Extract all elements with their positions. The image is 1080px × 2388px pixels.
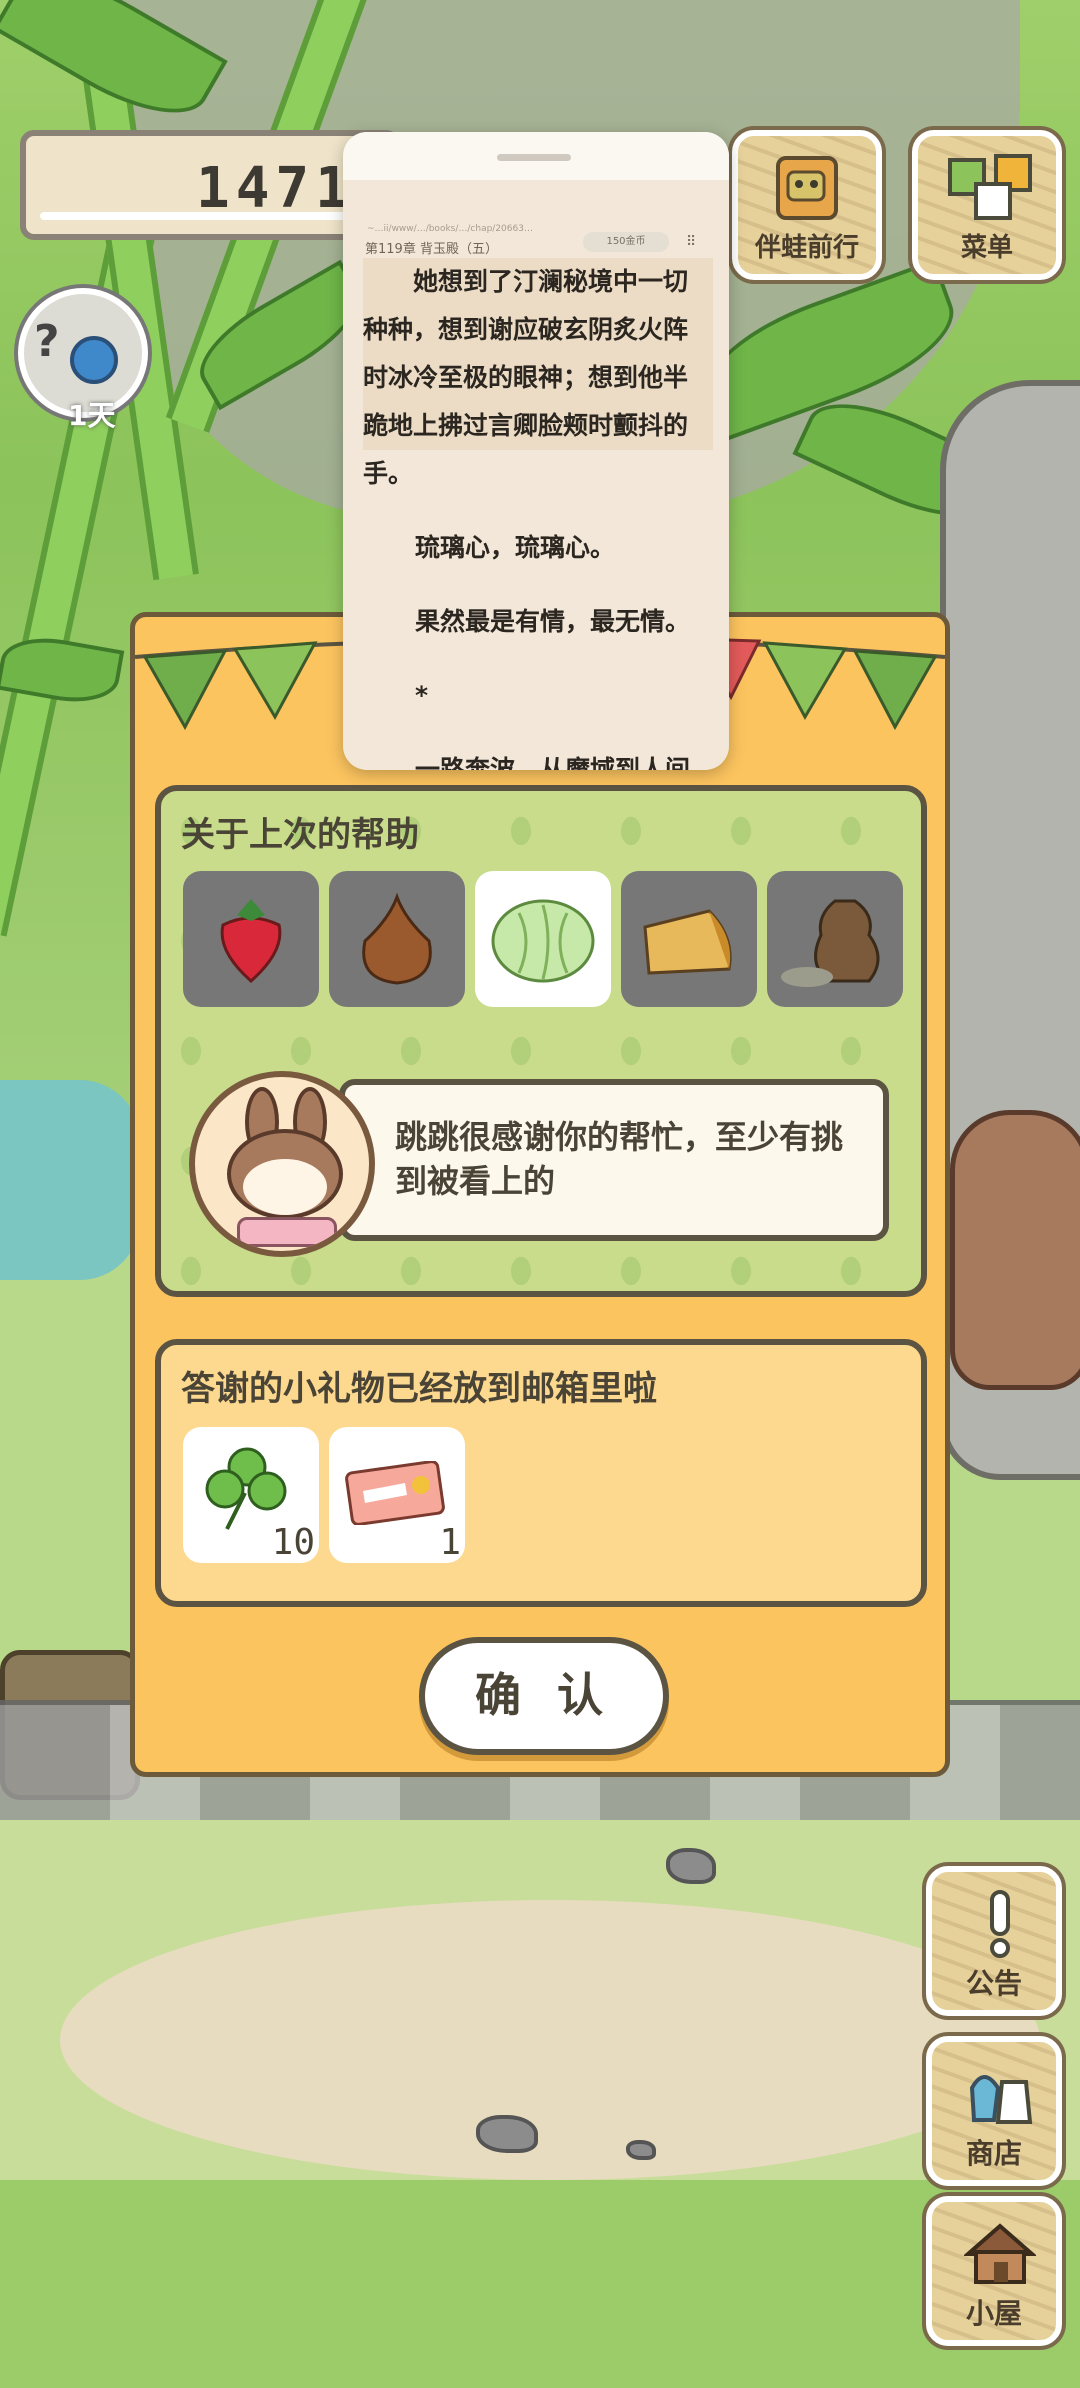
- menu-cards-icon: [948, 154, 1032, 220]
- paragraph-3: 果然最是有情，最无情。: [415, 607, 691, 636]
- bunny-character: [950, 1110, 1080, 1390]
- shop-button[interactable]: 商店: [926, 2036, 1062, 2186]
- bird-icon: [70, 336, 118, 384]
- paragraph-1-line-3: 时冰冷至极的眼神；想到他半: [363, 354, 713, 402]
- help-panel: 关于上次的帮助 跳跳很感谢你的帮忙，至少有挑 到被看上的: [155, 785, 927, 1297]
- gift-panel: 答谢的小礼物已经放到邮箱里啦 10 1: [155, 1339, 927, 1607]
- cabbage-icon: [491, 899, 595, 983]
- help-section-title: 关于上次的帮助: [181, 815, 419, 855]
- onion-icon: [362, 892, 432, 985]
- clover-count: 10: [271, 1522, 315, 1563]
- paragraph-1-line-5: 手。: [363, 459, 414, 488]
- cheese-icon: [643, 909, 732, 975]
- day-label: 1天: [68, 399, 116, 432]
- menu-label: 菜单: [960, 233, 1013, 263]
- notice-label: 公告: [965, 1967, 1022, 2000]
- visitor-day-badge[interactable]: ? 1天: [18, 288, 148, 432]
- shop-bags-icon: [969, 2075, 1033, 2124]
- ticket-icon: [345, 1461, 445, 1525]
- ticket-count: 1: [439, 1522, 461, 1563]
- paragraph-1-line-2: 种种，想到谢应破玄阴炙火阵: [363, 306, 713, 354]
- reader-url: ~…ii/www/…/books/…/chap/20663…: [367, 224, 533, 234]
- strawberry-icon: [220, 899, 282, 984]
- item-onion[interactable]: [329, 871, 465, 1007]
- dirt-path: [60, 1900, 1040, 2180]
- paragraph-2: 琉璃心，琉璃心。: [415, 533, 616, 562]
- paragraph-1-line-4: 跪地上拂过言卿脸颊时颤抖的: [363, 402, 713, 450]
- reader-overlay[interactable]: ~…ii/www/…/books/…/chap/20663… 第119章 背玉殿…: [343, 132, 729, 770]
- house-label: 小屋: [965, 2297, 1022, 2330]
- item-cabbage[interactable]: [475, 871, 611, 1007]
- coin-badge[interactable]: 150金币: [583, 232, 669, 252]
- item-seed-bag[interactable]: [767, 871, 903, 1007]
- unknown-mark: ?: [34, 316, 60, 367]
- companion-label: 伴蛙前行: [754, 233, 859, 263]
- seed-bag-icon: [781, 899, 880, 987]
- bunny-avatar: [189, 1071, 375, 1257]
- item-cheese[interactable]: [621, 871, 757, 1007]
- help-items-row: [183, 871, 903, 1007]
- paragraph-1-line-1: 她想到了汀澜秘境中一切: [363, 258, 713, 306]
- chapter-title[interactable]: 第119章 背玉殿（五）: [365, 238, 498, 257]
- notice-button[interactable]: 公告: [926, 1866, 1062, 2016]
- speech-line-2: 到被看上的: [395, 1162, 556, 1200]
- paragraph-5: 一路奔波，从魔域到人间: [415, 755, 691, 770]
- gift-clover[interactable]: 10: [183, 1427, 319, 1563]
- exclamation-icon: [990, 1890, 1010, 1958]
- menu-button[interactable]: 菜单: [912, 130, 1062, 280]
- item-strawberry[interactable]: [183, 871, 319, 1007]
- gift-ticket[interactable]: 1: [329, 1427, 465, 1563]
- reader-topbar: [343, 132, 729, 180]
- speech-line-1: 跳跳很感谢你的帮忙，至少有挑: [395, 1118, 844, 1156]
- pond: [0, 1080, 140, 1280]
- speech-bubble: 跳跳很感谢你的帮忙，至少有挑 到被看上的: [339, 1079, 889, 1241]
- house-button[interactable]: 小屋: [926, 2196, 1062, 2346]
- drag-handle[interactable]: [497, 154, 571, 161]
- companion-button[interactable]: 伴蛙前行: [732, 130, 882, 280]
- house-icon: [964, 2223, 1036, 2284]
- speech-row: 跳跳很感谢你的帮忙，至少有挑 到被看上的: [189, 1071, 889, 1261]
- shop-label: 商店: [965, 2137, 1022, 2170]
- gift-items-row: 10 1: [183, 1427, 465, 1563]
- thanks-dialog: 谢 关于上次的帮助: [130, 612, 950, 1777]
- reader-text: 她想到了汀澜秘境中一切 种种，想到谢应破玄阴炙火阵 时冰冷至极的眼神；想到他半 …: [363, 258, 713, 770]
- gift-section-title: 答谢的小礼物已经放到邮箱里啦: [181, 1369, 657, 1409]
- frog-bag-icon: [776, 156, 838, 220]
- confirm-button[interactable]: 确 认: [419, 1637, 669, 1755]
- more-icon[interactable]: ⠿: [686, 234, 696, 250]
- paragraph-4: *: [415, 681, 429, 710]
